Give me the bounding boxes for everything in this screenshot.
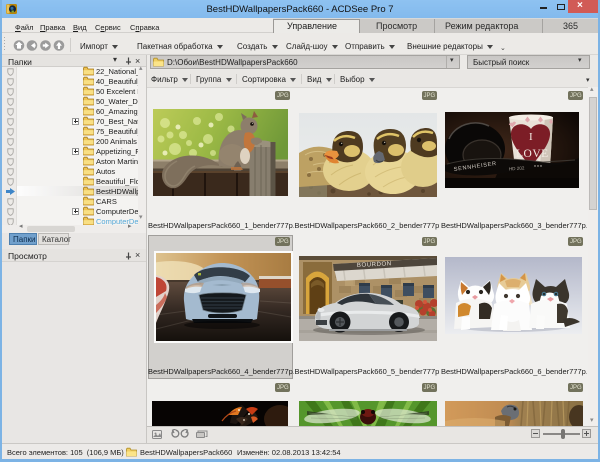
svg-text:LOVE: LOVE	[516, 148, 549, 160]
svg-text:I: I	[529, 131, 533, 143]
